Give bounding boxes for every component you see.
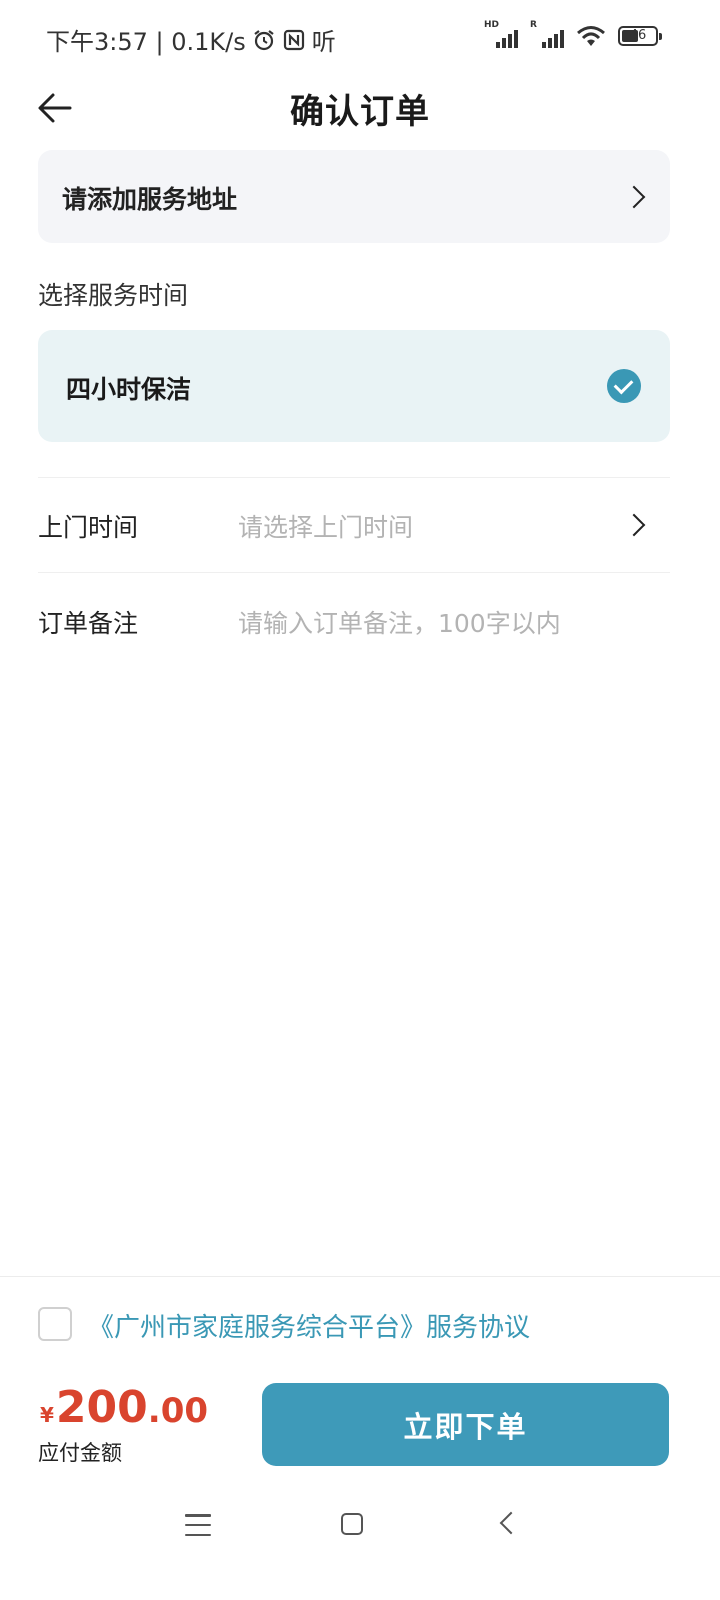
service-time-section-label: 选择服务时间	[38, 281, 189, 310]
agreement-checkbox[interactable]	[38, 1307, 72, 1341]
add-address-label: 请添加服务地址	[62, 185, 238, 214]
visit-time-label: 上门时间	[38, 513, 139, 542]
add-address-card[interactable]: 请添加服务地址	[38, 150, 670, 243]
status-bar-right: HD R 46	[484, 20, 662, 48]
place-order-button[interactable]: 立即下单	[262, 1383, 669, 1466]
price-label: 应付金额	[38, 1441, 122, 1465]
chevron-right-icon	[622, 185, 646, 209]
nfc-icon	[283, 29, 304, 50]
alarm-icon	[254, 29, 274, 50]
currency-symbol: ¥	[40, 1403, 54, 1427]
checkmark-circle-icon	[607, 369, 641, 403]
price-decimal: .00	[147, 1391, 209, 1431]
signal-roaming-icon: R	[530, 20, 564, 48]
signal-hd-label: HD	[484, 20, 500, 30]
divider	[38, 572, 670, 573]
page-title: 确认订单	[290, 92, 430, 132]
bottom-divider	[0, 1276, 720, 1277]
signal-roaming-label: R	[530, 20, 537, 30]
divider	[38, 477, 670, 478]
service-option-card[interactable]: 四小时保洁	[38, 330, 670, 442]
order-note-input[interactable]: 请输入订单备注，100字以内	[238, 604, 561, 640]
status-bar-left: 下午3:57 | 0.1K/s 听	[46, 22, 336, 57]
menu-icon[interactable]	[185, 1514, 211, 1536]
agreement-link[interactable]: 《广州市家庭服务综合平台》服务协议	[88, 1307, 530, 1344]
battery-icon: 46	[618, 26, 662, 46]
home-icon[interactable]	[341, 1513, 363, 1535]
service-option-label: 四小时保洁	[66, 375, 192, 404]
battery-level: 46	[629, 28, 647, 43]
price-integer: 200	[55, 1382, 148, 1433]
signal-hd-icon: HD	[484, 20, 518, 48]
system-back-icon[interactable]	[499, 1511, 523, 1535]
status-time: 下午3:57 | 0.1K/s	[46, 28, 246, 56]
chevron-right-icon[interactable]	[622, 513, 646, 537]
order-note-label: 订单备注	[38, 609, 139, 638]
price-amount: ¥200.00	[40, 1382, 208, 1433]
wifi-icon	[577, 26, 605, 46]
status-extra-label: 听	[311, 28, 336, 56]
visit-time-picker[interactable]: 请选择上门时间	[238, 508, 413, 544]
